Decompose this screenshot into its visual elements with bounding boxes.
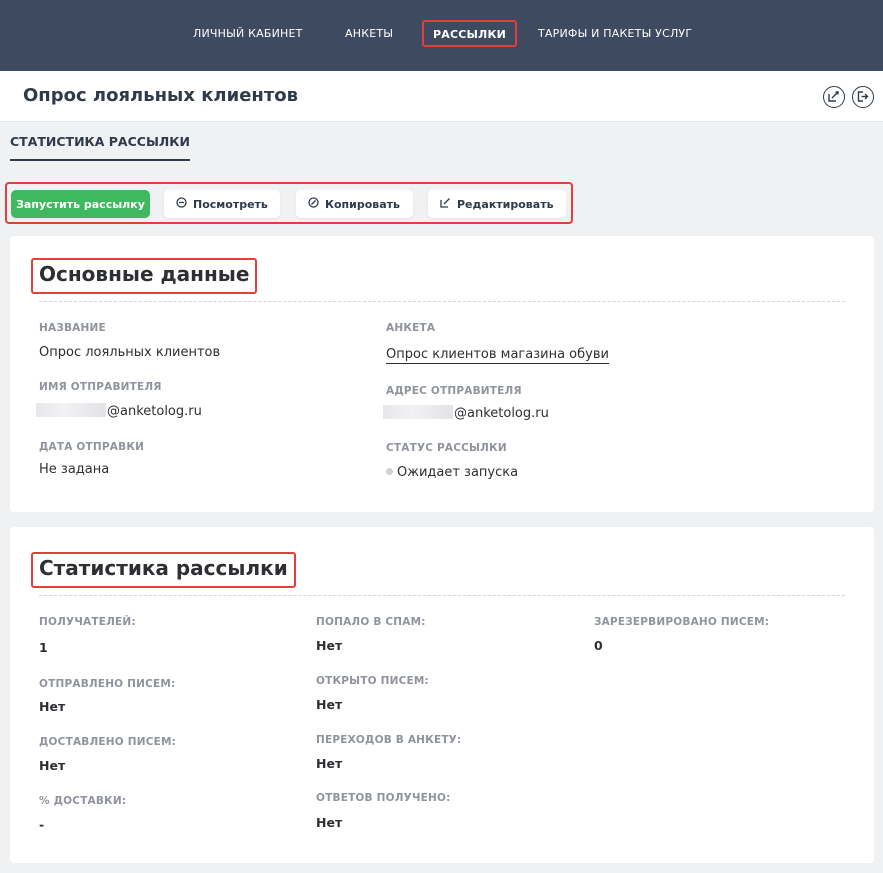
copy-icon bbox=[308, 197, 319, 211]
delivered-label: ДОСТАВЛЕНО ПИСЕМ: bbox=[39, 736, 177, 748]
status-text: Ожидает запуска bbox=[397, 465, 519, 480]
nav-item-tariffs[interactable]: ТАРИФЫ И ПАКЕТЫ УСЛУГ bbox=[538, 27, 692, 40]
spam-value: Нет bbox=[316, 638, 343, 653]
survey-label: АНКЕТА bbox=[386, 322, 436, 334]
sender-name-label: ИМЯ ОТПРАВИТЕЛЯ bbox=[39, 381, 162, 393]
opened-value: Нет bbox=[316, 697, 343, 712]
reserved-label: ЗАРЕЗЕРВИРОВАНО ПИСЕМ: bbox=[594, 616, 770, 628]
launch-mailing-button[interactable]: Запустить рассылку bbox=[11, 190, 150, 218]
edit-icon[interactable] bbox=[823, 86, 845, 108]
status-value: Ожидает запуска bbox=[386, 465, 518, 480]
name-value: Опрос лояльных клиентов bbox=[39, 345, 221, 360]
status-label: СТАТУС РАССЫЛКИ bbox=[386, 442, 507, 454]
sender-name-value: @anketolog.ru bbox=[36, 403, 202, 419]
opened-label: ОТКРЫТО ПИСЕМ: bbox=[316, 675, 429, 687]
nav-item-mailings[interactable]: РАССЫЛКИ bbox=[422, 20, 518, 47]
answers-value: Нет bbox=[316, 815, 343, 830]
recipients-value: 1 bbox=[39, 640, 48, 655]
sent-value: Нет bbox=[39, 699, 66, 714]
delivered-value: Нет bbox=[39, 758, 66, 773]
page-header: Опрос лояльных клиентов bbox=[0, 71, 883, 122]
edit-label: Редактировать bbox=[457, 197, 554, 211]
copy-button[interactable]: Копировать bbox=[296, 190, 413, 218]
clicks-value: Нет bbox=[316, 756, 343, 771]
sender-address-value: @anketolog.ru bbox=[383, 405, 549, 421]
action-toolbar: Запустить рассылку Посмотреть Копировать… bbox=[5, 182, 573, 224]
main-info-card: Основные данные НАЗВАНИЕ Опрос лояльных … bbox=[10, 236, 874, 512]
statistics-card: Статистика рассылки ПОЛУЧАТЕЛЕЙ: 1 ОТПРА… bbox=[10, 527, 874, 863]
view-button[interactable]: Посмотреть bbox=[164, 190, 280, 218]
divider bbox=[39, 595, 845, 596]
send-date-value: Не задана bbox=[39, 462, 110, 477]
top-navigation: ЛИЧНЫЙ КАБИНЕТ АНКЕТЫ РАССЫЛКИ ТАРИФЫ И … bbox=[0, 0, 883, 71]
reserved-value: 0 bbox=[594, 638, 603, 653]
spam-label: ПОПАЛО В СПАМ: bbox=[316, 616, 426, 628]
statistics-title: Статистика рассылки bbox=[31, 552, 296, 588]
answers-label: ОТВЕТОВ ПОЛУЧЕНО: bbox=[316, 792, 451, 804]
sender-address-domain: @anketolog.ru bbox=[454, 406, 549, 421]
survey-link[interactable]: Опрос клиентов магазина обуви bbox=[386, 347, 609, 364]
edit-button[interactable]: Редактировать bbox=[428, 190, 566, 218]
redacted-block bbox=[36, 403, 106, 417]
recipients-label: ПОЛУЧАТЕЛЕЙ: bbox=[39, 616, 136, 628]
edit-pencil-icon bbox=[440, 197, 451, 211]
eye-icon bbox=[176, 197, 187, 211]
sent-label: ОТПРАВЛЕНО ПИСЕМ: bbox=[39, 678, 176, 690]
status-dot-icon bbox=[386, 468, 393, 475]
copy-label: Копировать bbox=[325, 197, 401, 211]
launch-mailing-label: Запустить рассылку bbox=[16, 197, 145, 211]
clicks-label: ПЕРЕХОДОВ В АНКЕТУ: bbox=[316, 734, 462, 746]
divider bbox=[39, 301, 845, 302]
tab-mailing-statistics[interactable]: СТАТИСТИКА РАССЫЛКИ bbox=[10, 134, 190, 161]
nav-item-account[interactable]: ЛИЧНЫЙ КАБИНЕТ bbox=[193, 27, 303, 40]
logout-icon[interactable] bbox=[852, 86, 874, 108]
sender-address-label: АДРЕС ОТПРАВИТЕЛЯ bbox=[386, 385, 522, 397]
delivery-percent-value: - bbox=[39, 817, 45, 832]
page-title: Опрос лояльных клиентов bbox=[23, 85, 299, 106]
main-info-title: Основные данные bbox=[31, 258, 258, 294]
view-label: Посмотреть bbox=[193, 197, 268, 211]
redacted-block bbox=[383, 405, 453, 419]
nav-item-surveys[interactable]: АНКЕТЫ bbox=[345, 27, 393, 40]
name-label: НАЗВАНИЕ bbox=[39, 322, 106, 334]
send-date-label: ДАТА ОТПРАВКИ bbox=[39, 441, 145, 453]
sender-name-domain: @anketolog.ru bbox=[107, 404, 202, 419]
delivery-percent-label: % ДОСТАВКИ: bbox=[39, 795, 127, 807]
